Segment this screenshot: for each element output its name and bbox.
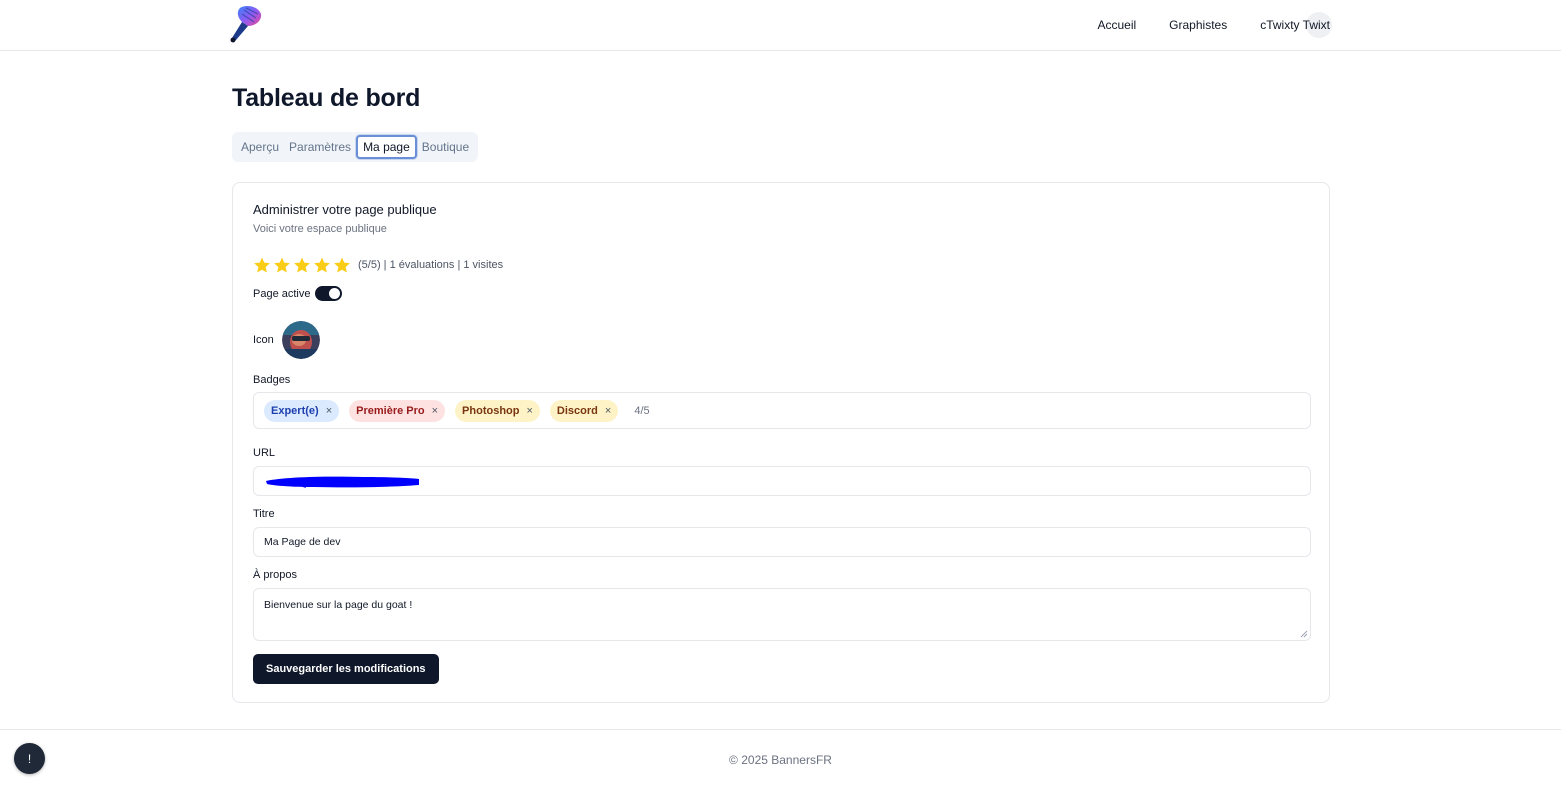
star-icon	[334, 257, 350, 273]
toggle-knob	[329, 288, 341, 299]
remove-badge-icon[interactable]: ×	[326, 405, 332, 417]
badge-photoshop: Photoshop ×	[455, 399, 540, 422]
card-title: Administrer votre page publique	[253, 202, 437, 217]
top-navbar: Accueil Graphistes cTwixty Twixt	[0, 0, 1561, 51]
titre-input[interactable]: Ma Page de dev	[253, 527, 1311, 557]
footer-copyright: © 2025 BannersFR	[729, 753, 832, 767]
url-input[interactable]	[253, 466, 1311, 496]
star-icon	[274, 257, 290, 273]
dashboard-tabs: Aperçu Paramètres Ma page Boutique	[232, 132, 479, 162]
apropos-value: Bienvenue sur la page du goat !	[264, 599, 413, 611]
page-active-label: Page active	[253, 287, 311, 300]
badge-discord: Discord ×	[549, 399, 619, 422]
rating-summary: (5/5) | 1 évaluations | 1 visites	[358, 259, 504, 271]
badge-label: Première Pro	[356, 404, 425, 417]
tab-ma-page[interactable]: Ma page	[356, 135, 417, 159]
badge-label: Photoshop	[462, 404, 520, 417]
star-icon	[294, 257, 310, 273]
tab-parametres[interactable]: Paramètres	[284, 136, 356, 158]
remove-badge-icon[interactable]: ×	[526, 405, 532, 417]
paintbrush-logo[interactable]	[228, 4, 264, 44]
badge-count: 4/5	[634, 404, 650, 417]
badge-label: Expert(e)	[271, 404, 319, 417]
badge-label: Discord	[556, 404, 598, 417]
profile-icon-image[interactable]	[281, 321, 320, 359]
public-page-card: Administrer votre page publique Voici vo…	[232, 182, 1330, 703]
page-title: Tableau de bord	[232, 84, 421, 112]
badges-label: Badges	[253, 374, 291, 386]
user-menu[interactable]: cTwixty Twixt	[1260, 12, 1332, 38]
resize-handle-icon[interactable]	[1300, 630, 1308, 638]
badge-expert: Expert(e) ×	[264, 399, 340, 422]
star-icon	[254, 257, 270, 273]
remove-badge-icon[interactable]: ×	[432, 405, 438, 417]
remove-badge-icon[interactable]: ×	[605, 405, 611, 417]
titre-label: Titre	[253, 508, 275, 520]
nav-graphistes[interactable]: Graphistes	[1169, 18, 1227, 32]
icon-label: Icon	[253, 334, 274, 346]
badge-premiere-pro: Première Pro ×	[349, 399, 446, 422]
footer: © 2025 BannersFR	[0, 729, 1561, 787]
nav-accueil[interactable]: Accueil	[1097, 18, 1136, 32]
rating: (5/5) | 1 évaluations | 1 visites	[253, 256, 503, 274]
save-button[interactable]: Sauvegarder les modifications	[253, 654, 439, 684]
tab-apercu[interactable]: Aperçu	[236, 136, 284, 158]
star-icon	[314, 257, 330, 273]
page-active-row: Page active	[253, 286, 343, 301]
floating-help-button[interactable]: !	[14, 743, 45, 774]
user-name[interactable]: cTwixty Twixt	[1260, 18, 1330, 32]
badges-input[interactable]: Expert(e) × Première Pro × Photoshop × D…	[253, 392, 1311, 429]
apropos-label: À propos	[253, 569, 298, 581]
card-subtitle: Voici votre espace publique	[253, 223, 387, 235]
tab-boutique[interactable]: Boutique	[417, 136, 474, 158]
redaction-scribble	[266, 476, 419, 488]
icon-row: Icon	[253, 321, 320, 359]
main-nav: Accueil Graphistes cTwixty Twixt	[1064, 0, 1332, 50]
page-active-toggle[interactable]	[315, 286, 343, 301]
url-label: URL	[253, 447, 276, 459]
apropos-textarea[interactable]: Bienvenue sur la page du goat !	[253, 588, 1311, 641]
